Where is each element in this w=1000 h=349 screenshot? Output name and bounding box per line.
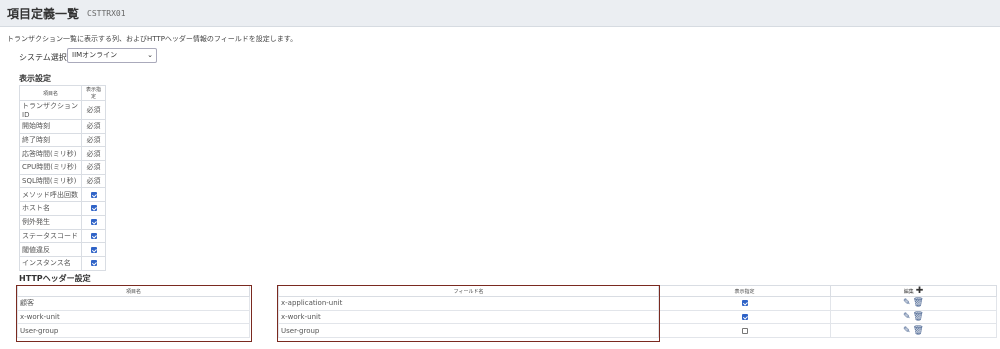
display-checkbox[interactable] bbox=[90, 260, 97, 267]
col-field-header: フィールド名 bbox=[278, 285, 659, 297]
spacer bbox=[249, 296, 279, 311]
spacer bbox=[249, 285, 279, 297]
item-name: 開始時刻 bbox=[19, 119, 82, 134]
col-display-header: 表示指定 bbox=[658, 285, 831, 297]
col-name-header: 項目名 bbox=[19, 85, 82, 101]
title-bar: 項目定義一覧 CSTTRX01 bbox=[0, 0, 1000, 27]
table-row: 閾値違反 bbox=[19, 242, 106, 257]
table-row: SQL時間(ミリ秒) 必須 bbox=[19, 173, 106, 189]
item-name: トランザクションID bbox=[19, 100, 82, 120]
trash-icon[interactable]: 🗑 bbox=[913, 326, 924, 336]
col-edit-header: 編集 ✚ bbox=[830, 285, 997, 297]
add-row-icon[interactable]: ✚ bbox=[916, 286, 924, 296]
display-checkbox[interactable] bbox=[90, 191, 97, 198]
spacer bbox=[249, 323, 279, 338]
required-label: 必須 bbox=[81, 100, 106, 120]
trash-icon[interactable]: 🗑 bbox=[913, 298, 924, 308]
pencil-icon[interactable]: ✎ bbox=[903, 312, 911, 322]
table-row: x-work-unit x-work-unit ✎ 🗑 bbox=[17, 309, 997, 325]
header-name: User-group bbox=[17, 323, 250, 339]
required-label: 必須 bbox=[81, 173, 106, 189]
required-label: 必須 bbox=[81, 160, 106, 175]
header-name: 顧客 bbox=[17, 296, 250, 311]
col-display-header: 表示指定 bbox=[81, 85, 106, 101]
http-settings-title: HTTPヘッダー設定 bbox=[19, 274, 91, 283]
system-select-value: IIMオンライン bbox=[72, 51, 118, 59]
spacer bbox=[249, 310, 279, 324]
item-name: ホスト名 bbox=[19, 201, 82, 216]
display-settings-table: 項目名 表示指定 トランザクションID 必須 開始時刻 必須 終了時刻 必須 応答時間… bbox=[19, 85, 106, 271]
item-name: 終了時刻 bbox=[19, 132, 82, 148]
item-name: SQL時間(ミリ秒) bbox=[19, 173, 82, 189]
display-checkbox[interactable] bbox=[741, 300, 748, 307]
page-title: 項目定義一覧 bbox=[7, 6, 80, 21]
display-checkbox[interactable] bbox=[741, 314, 748, 321]
field-name: x-work-unit bbox=[278, 309, 659, 325]
table-row: 応答時間(ミリ秒) 必須 bbox=[19, 146, 106, 162]
system-select[interactable]: IIMオンライン ⌄ bbox=[67, 48, 157, 63]
screen-code: CSTTRX01 bbox=[87, 8, 126, 18]
table-row: 例外発生 bbox=[19, 214, 106, 230]
header-name: x-work-unit bbox=[17, 309, 250, 325]
table-row: ステータスコード bbox=[19, 228, 106, 244]
required-label: 必須 bbox=[81, 132, 106, 148]
required-label: 必須 bbox=[81, 119, 106, 134]
table-row: メソッド呼出回数 bbox=[19, 187, 106, 203]
display-checkbox[interactable] bbox=[90, 246, 97, 253]
http-header-table: 項目名 フィールド名 表示指定 編集 ✚ 顧客 x-application-uni… bbox=[17, 285, 997, 339]
pencil-icon[interactable]: ✎ bbox=[903, 298, 911, 308]
table-row: 終了時刻 必須 bbox=[19, 132, 106, 148]
item-name: インスタンス名 bbox=[19, 255, 82, 271]
item-name: CPU時間(ミリ秒) bbox=[19, 160, 82, 175]
table-row: ホスト名 bbox=[19, 201, 106, 216]
col-name-header: 項目名 bbox=[17, 285, 250, 297]
pencil-icon[interactable]: ✎ bbox=[903, 326, 911, 336]
system-select-label: システム選択 bbox=[19, 53, 67, 62]
table-row: 顧客 x-application-unit ✎ 🗑 bbox=[17, 296, 997, 311]
page-description: トランザクション一覧に表示する列、およびHTTPヘッダー情報のフィールドを設定し… bbox=[7, 35, 298, 43]
field-name: x-application-unit bbox=[278, 296, 659, 311]
trash-icon[interactable]: 🗑 bbox=[913, 312, 924, 322]
table-row: インスタンス名 bbox=[19, 255, 106, 271]
table-row: トランザクションID 必須 bbox=[19, 100, 106, 120]
table-row: 開始時刻 必須 bbox=[19, 119, 106, 134]
item-name: 応答時間(ミリ秒) bbox=[19, 146, 82, 162]
required-label: 必須 bbox=[81, 146, 106, 162]
chevron-down-icon: ⌄ bbox=[147, 51, 153, 59]
item-name: 閾値違反 bbox=[19, 242, 82, 257]
display-settings-title: 表示設定 bbox=[19, 74, 51, 83]
table-row: User-group User-group ✎ 🗑 bbox=[17, 323, 997, 339]
display-checkbox[interactable] bbox=[741, 327, 748, 334]
display-checkbox[interactable] bbox=[90, 232, 97, 239]
item-name: ステータスコード bbox=[19, 228, 82, 244]
edit-label: 編集 bbox=[903, 289, 914, 295]
item-name: メソッド呼出回数 bbox=[19, 187, 82, 203]
table-row: CPU時間(ミリ秒) 必須 bbox=[19, 160, 106, 175]
display-checkbox[interactable] bbox=[90, 219, 97, 226]
display-checkbox[interactable] bbox=[90, 205, 97, 212]
field-name: User-group bbox=[278, 323, 659, 339]
item-name: 例外発生 bbox=[19, 214, 82, 230]
